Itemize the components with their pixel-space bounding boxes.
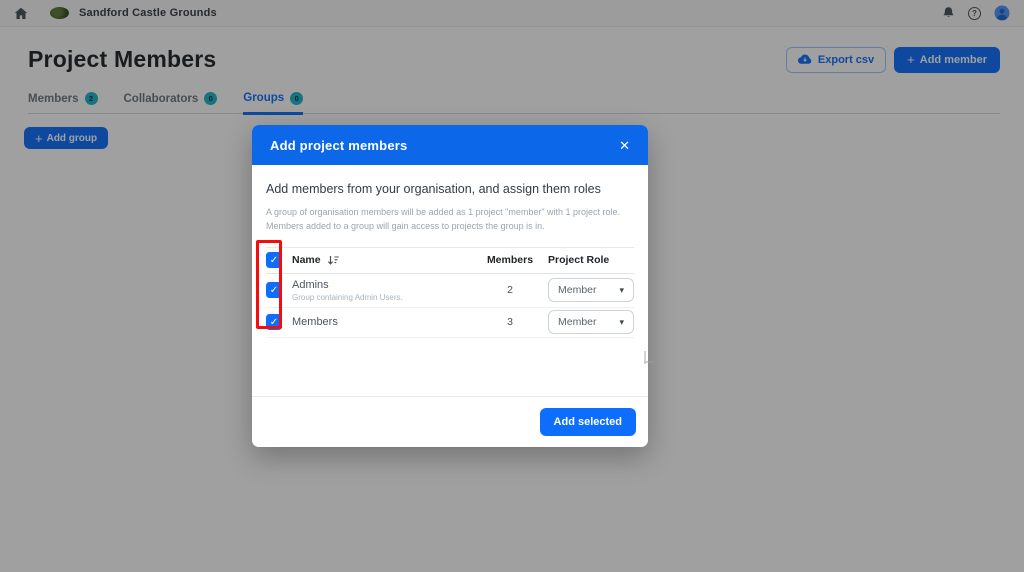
group-name: Admins xyxy=(292,278,329,291)
close-icon[interactable]: ✕ xyxy=(619,139,630,152)
check-icon: ✓ xyxy=(269,254,279,266)
chevron-down-icon: ▾ xyxy=(619,284,624,295)
modal-footer: Add selected xyxy=(252,396,648,447)
modal-lead-text: Add members from your organisation, and … xyxy=(266,182,601,196)
table-row: ✓ Members 3 Member ▾ xyxy=(266,308,634,338)
cursor-artifact xyxy=(640,349,655,375)
add-project-members-modal: Add project members ✕ Add members from y… xyxy=(252,125,648,447)
row-checkbox-members[interactable]: ✓ xyxy=(266,314,282,331)
check-icon: ✓ xyxy=(269,284,279,296)
column-header-name: Name xyxy=(292,254,321,267)
select-all-checkbox[interactable]: ✓ xyxy=(266,252,282,269)
modal-header: Add project members ✕ xyxy=(252,125,648,165)
table-header-row: ✓ Name Members Project Role xyxy=(266,248,634,274)
group-name: Members xyxy=(292,316,338,329)
group-member-count: 2 xyxy=(507,284,513,297)
add-selected-button[interactable]: Add selected xyxy=(539,408,636,436)
table-row: ✓ Admins Group containing Admin Users. 2… xyxy=(266,274,634,308)
groups-table: ✓ Name Members Project Role ✓ Admins Gro… xyxy=(266,246,634,338)
modal-description-text: A group of organisation members will be … xyxy=(266,207,621,231)
column-header-members: Members xyxy=(486,254,534,267)
group-member-count: 3 xyxy=(507,316,513,329)
group-subtext: Group containing Admin Users. xyxy=(292,292,403,302)
check-icon: ✓ xyxy=(269,316,279,328)
chevron-down-icon: ▾ xyxy=(619,316,624,327)
row-checkbox-admins[interactable]: ✓ xyxy=(266,282,282,299)
modal-title: Add project members xyxy=(270,137,408,153)
project-role-select-admins[interactable]: Member ▾ xyxy=(548,278,634,303)
sort-icon[interactable] xyxy=(327,255,340,266)
column-header-project-role: Project Role xyxy=(548,254,610,267)
project-role-select-members[interactable]: Member ▾ xyxy=(548,310,634,335)
